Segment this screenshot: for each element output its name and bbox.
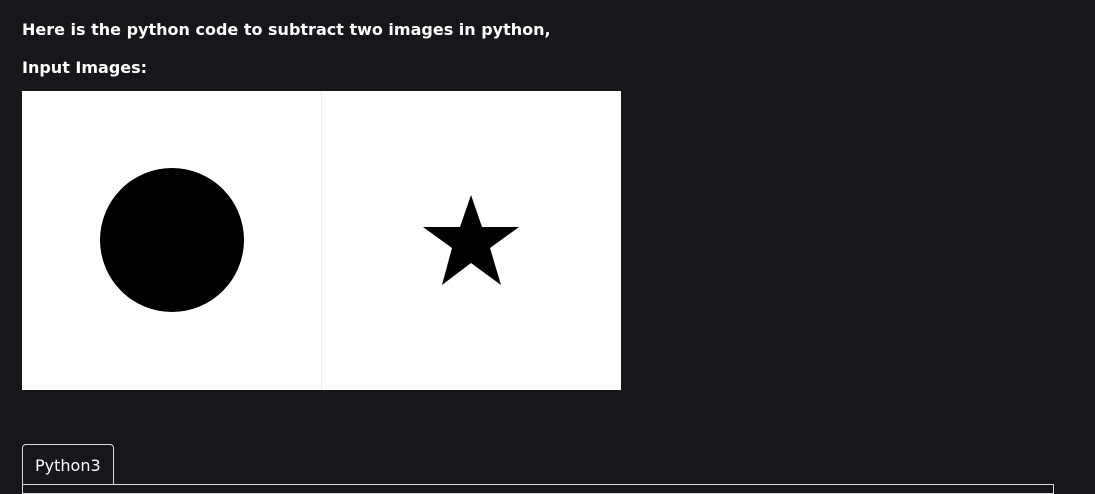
code-block <box>22 484 1054 494</box>
circle-shape <box>100 168 244 312</box>
star-image <box>320 91 621 390</box>
input-images-label: Input Images: <box>22 58 148 77</box>
tab-python3[interactable]: Python3 <box>22 444 114 485</box>
star-shape <box>422 195 519 285</box>
circle-image <box>22 91 321 390</box>
input-images-figure <box>22 91 621 390</box>
intro-text: Here is the python code to subtract two … <box>22 20 551 39</box>
